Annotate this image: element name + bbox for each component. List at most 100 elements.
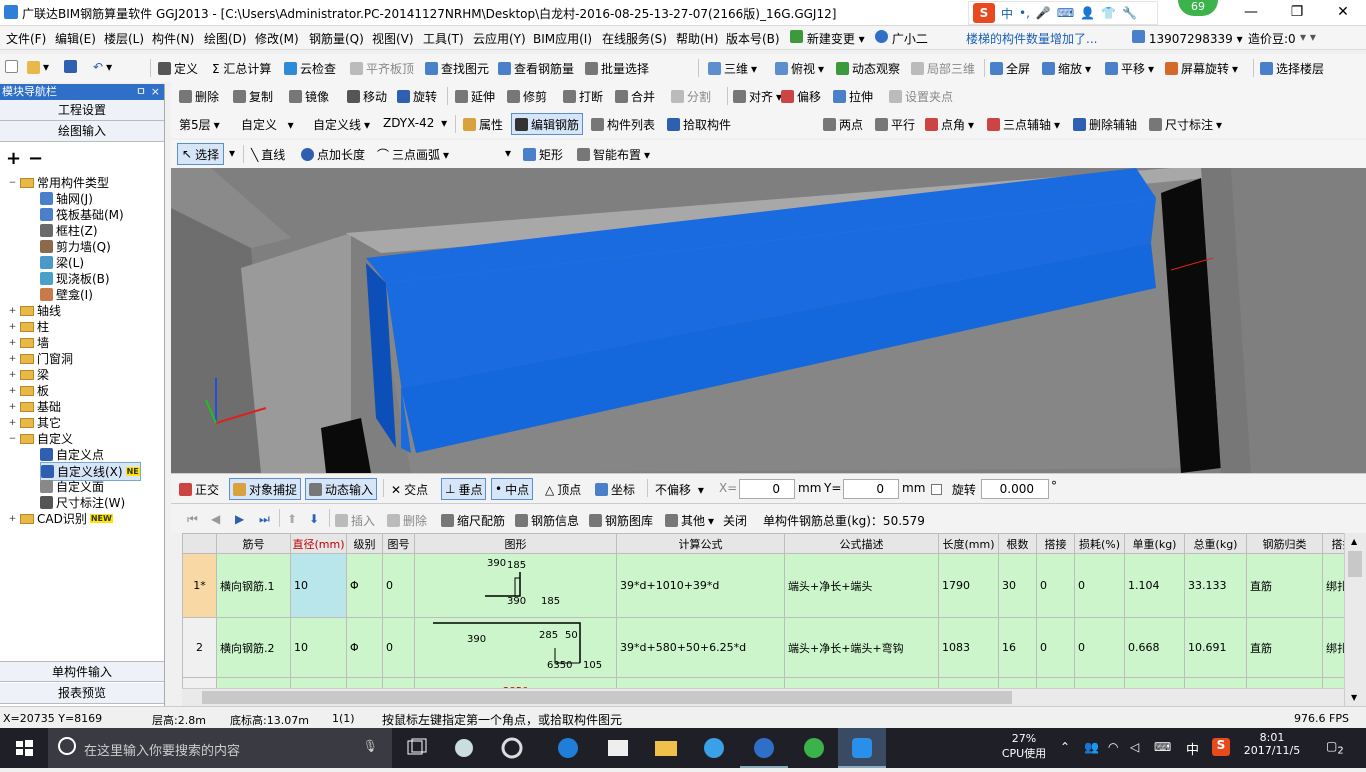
dimension-button[interactable]: 尺寸标注 ▾	[1149, 116, 1222, 133]
local-3d-button[interactable]: 局部三维	[911, 60, 975, 77]
y-offset-input[interactable]: 0	[843, 479, 899, 499]
delete-row-button[interactable]: 删除	[387, 512, 427, 529]
cell-grade[interactable]: Φ	[346, 553, 383, 618]
scale-rebar-button[interactable]: 缩尺配筋	[441, 512, 505, 529]
column-header[interactable]: 总重(kg)	[1184, 533, 1247, 554]
sogou-icon[interactable]: S	[973, 3, 995, 23]
tree-item[interactable]: 筏板基础(M)	[40, 206, 124, 223]
define-button[interactable]: 定义	[158, 60, 198, 77]
three-point-arc-button[interactable]: ⌒ 三点画弧 ▾	[377, 146, 449, 163]
cpu-meter[interactable]: 27% CPU使用	[994, 732, 1054, 761]
expand-icon[interactable]: +	[8, 370, 17, 380]
arc-dropdown[interactable]: ▾	[505, 146, 511, 160]
cell-len[interactable]: 1083	[938, 617, 999, 678]
dynamic-input-button[interactable]: 动态输入	[305, 478, 378, 500]
close-icon[interactable]: ×	[151, 84, 160, 100]
column-header[interactable]: 直径(mm)	[290, 533, 347, 554]
perpendicular-button[interactable]: ⊥ 垂点	[441, 478, 487, 500]
menu-help[interactable]: 帮助(H)	[676, 30, 718, 47]
ime-tray[interactable]: 中	[1186, 739, 1199, 758]
row-number[interactable]: 3	[182, 677, 217, 688]
cell-count[interactable]: 16	[998, 617, 1037, 678]
component-list-button[interactable]: 构件列表	[591, 116, 655, 133]
cell-cls[interactable]: 直筋	[1246, 677, 1323, 688]
smart-layout-button[interactable]: 智能布置 ▾	[577, 146, 650, 163]
skin-icon[interactable]: 👕	[1101, 6, 1116, 20]
insert-button[interactable]: 插入	[335, 512, 375, 529]
cell-formula[interactable]: 39*d+1010+39*d	[616, 553, 785, 618]
column-header[interactable]: 长度(mm)	[938, 533, 999, 554]
pin-icon[interactable]: ㅁ	[136, 84, 146, 100]
tree-item[interactable]: + 其它	[8, 414, 61, 431]
3d-button[interactable]: 三维 ▾	[708, 60, 757, 77]
cell-formula[interactable]: 2850	[616, 677, 785, 688]
tree-item[interactable]: − 常用构件类型	[8, 174, 109, 191]
orbit-button[interactable]: 动态观察	[836, 60, 900, 77]
cell-shape[interactable]: 390 185 390 185	[414, 553, 617, 618]
task-view-icon[interactable]	[392, 728, 440, 768]
cell-lap[interactable]: 0	[1036, 553, 1075, 618]
floor-select[interactable]: 第5层 ▾	[179, 116, 220, 133]
cell-unit[interactable]: 0.668	[1124, 617, 1185, 678]
account-phone[interactable]: 13907298339 ▾	[1132, 30, 1243, 46]
tree-item[interactable]: + 基础	[8, 398, 61, 415]
other-button[interactable]: 其他 ▾	[665, 512, 714, 529]
ime-lang[interactable]: 中	[1001, 5, 1013, 22]
menu-component[interactable]: 构件(N)	[152, 30, 194, 47]
object-snap-button[interactable]: 对象捕捉	[229, 478, 302, 500]
fullscreen-button[interactable]: 全屏	[990, 60, 1030, 77]
sogou-ime-bar[interactable]: S 中 •, 🎤 ⌨ 👤 👕 🔧	[968, 1, 1158, 25]
cell-name[interactable]: 横向钢筋.1	[216, 553, 291, 618]
merge-button[interactable]: 合并	[615, 88, 655, 105]
tree-item[interactable]: 尺寸标注(W)	[40, 494, 125, 511]
nav-last-icon[interactable]: ⏭	[259, 512, 270, 527]
ie-icon[interactable]	[690, 728, 738, 768]
undo-button[interactable]: ↶ ▾	[93, 60, 112, 74]
news-ticker[interactable]: 楼梯的构件数量增加了...	[966, 30, 1097, 47]
people-icon[interactable]: 👥	[1084, 740, 1099, 754]
tree-item[interactable]: 剪力墙(Q)	[40, 238, 111, 255]
menu-draw[interactable]: 绘图(D)	[204, 30, 247, 47]
rotate-angle-input[interactable]: 0.000	[981, 479, 1049, 499]
column-header[interactable]: 钢筋归类	[1246, 533, 1323, 554]
expand-icon[interactable]: +	[8, 322, 17, 332]
type-select[interactable]: 自定义 ▾	[241, 116, 294, 133]
expand-icon[interactable]: +	[8, 418, 17, 428]
tree-item[interactable]: + 柱	[8, 318, 49, 335]
tree-item[interactable]: 壁龛(I)	[40, 286, 93, 303]
column-header[interactable]: 计算公式	[616, 533, 785, 554]
tree-item[interactable]: + 梁	[8, 366, 49, 383]
tree-item[interactable]: + 板	[8, 382, 49, 399]
cell-grade[interactable]: Φ	[346, 617, 383, 678]
extend-button[interactable]: 延伸	[455, 88, 495, 105]
tree-item[interactable]: − 自定义	[8, 430, 73, 447]
cell-total[interactable]: 33.133	[1184, 553, 1247, 618]
close-button[interactable]: ✕	[1320, 0, 1366, 26]
select-dropdown[interactable]: ▾	[229, 146, 235, 160]
align-button[interactable]: 对齐 ▾	[733, 88, 782, 105]
line-type-select[interactable]: 自定义线 ▾	[313, 116, 370, 133]
pan-button[interactable]: 平移 ▾	[1105, 60, 1154, 77]
move-button[interactable]: 移动	[347, 88, 387, 105]
tree-item[interactable]: 自定义点	[40, 446, 104, 463]
360-browser-icon[interactable]	[790, 728, 838, 768]
cell-total[interactable]: 6.755	[1184, 677, 1247, 688]
collapse-icon[interactable]: −	[8, 178, 17, 188]
point-length-button[interactable]: 点加长度	[301, 146, 365, 163]
move-down-icon[interactable]: ⬇	[309, 512, 319, 526]
menu-floor[interactable]: 楼层(L)	[104, 30, 144, 47]
cell-shape[interactable]: 390 285 50 6350 105	[414, 617, 617, 678]
expand-icon[interactable]: +	[8, 306, 17, 316]
cell-desc[interactable]: 端头+净长+端头	[784, 553, 939, 618]
tray-expand-icon[interactable]: ⌃	[1060, 740, 1070, 754]
wifi-icon[interactable]: ◠	[1108, 740, 1118, 754]
cell-total[interactable]: 10.691	[1184, 617, 1247, 678]
menu-new-change[interactable]: 新建变更 ▾	[790, 30, 865, 47]
move-up-icon[interactable]: ⬆	[287, 512, 297, 526]
cell-desc[interactable]: 端头+净长+端头+弯钩	[784, 617, 939, 678]
tree-item[interactable]: 轴网(J)	[40, 190, 93, 207]
nav-next-icon[interactable]: ▶	[235, 512, 244, 526]
keyboard-tray-icon[interactable]: ⌨	[1154, 740, 1171, 754]
column-header[interactable]: 图形	[414, 533, 617, 554]
cell-loss[interactable]: 0	[1074, 677, 1125, 688]
